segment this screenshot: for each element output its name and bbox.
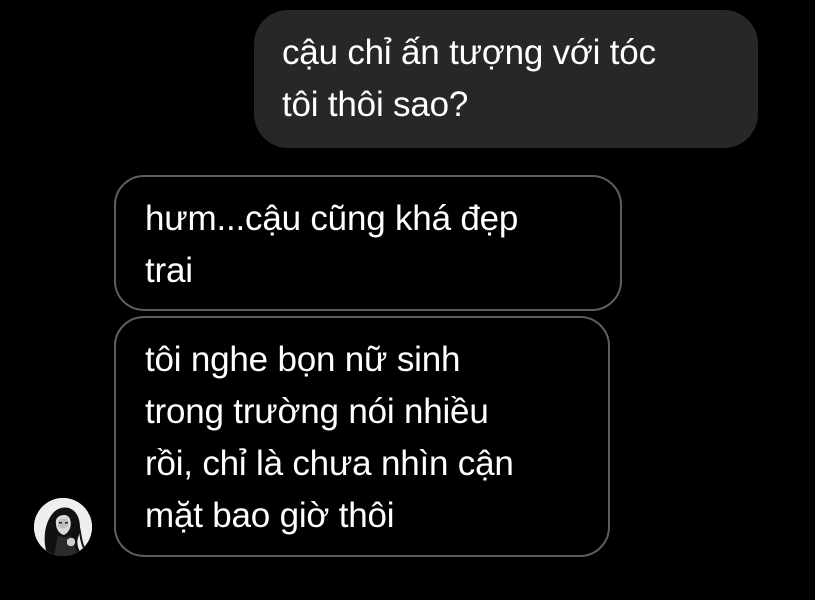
incoming-message-bubble[interactable]: hưm...cậu cũng khá đẹp trai — [114, 175, 622, 311]
message-text-line: trong trường nói nhiều — [145, 392, 489, 431]
contact-avatar-icon[interactable] — [34, 498, 92, 556]
message-text-line: cậu chỉ ấn tượng với tóc — [282, 33, 656, 72]
message-text-line: hưm...cậu cũng khá đẹp — [145, 199, 519, 238]
message-text-line: tôi thôi sao? — [282, 85, 469, 124]
outgoing-message-bubble[interactable]: cậu chỉ ấn tượng với tóc tôi thôi sao? — [254, 10, 758, 148]
message-text-line: mặt bao giờ thôi — [145, 496, 395, 535]
message-text-line: rồi, chỉ là chưa nhìn cận — [145, 444, 514, 483]
message-text-line: tôi nghe bọn nữ sinh — [145, 340, 461, 379]
message-text-line: trai — [145, 251, 193, 290]
avatar-portrait-icon — [34, 498, 92, 556]
incoming-message-bubble[interactable]: tôi nghe bọn nữ sinh trong trường nói nh… — [114, 316, 610, 557]
